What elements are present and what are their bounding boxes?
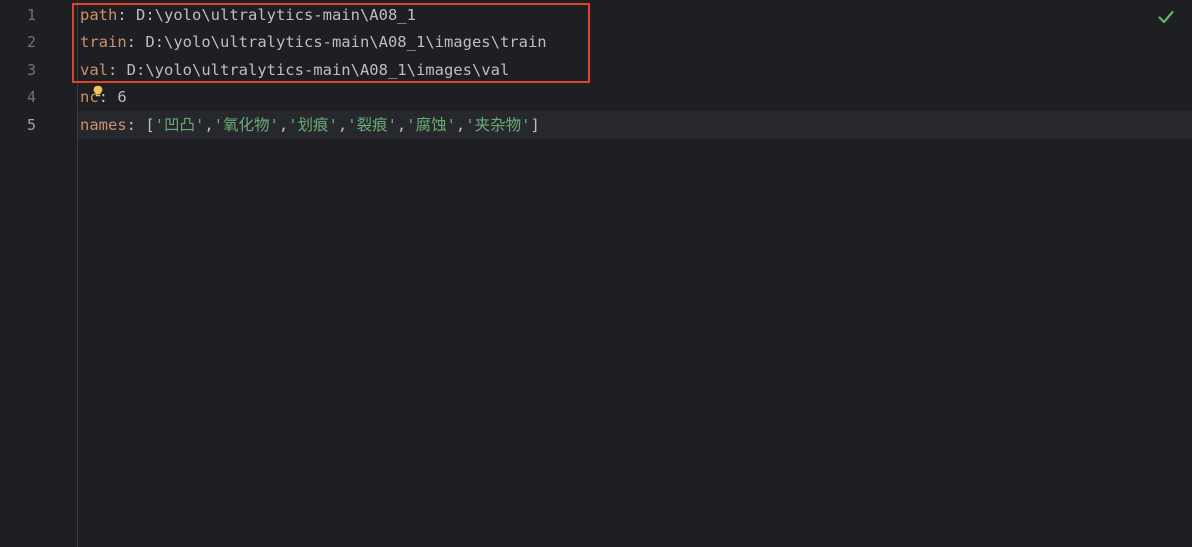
yaml-colon: : (117, 6, 136, 24)
check-icon[interactable] (1157, 9, 1175, 25)
list-separator: , (455, 116, 466, 134)
gutter-divider (77, 0, 78, 547)
code-editor[interactable]: 1 2 3 4 5 path: D:\yolo\ultralytics-main… (0, 0, 1192, 547)
yaml-key: train (80, 33, 127, 51)
line-number: 4 (26, 88, 36, 106)
list-open-bracket: [ (145, 116, 155, 134)
code-line-path[interactable]: path: D:\yolo\ultralytics-main\A08_1 (80, 1, 416, 29)
code-line-val[interactable]: val: D:\yolo\ultralytics-main\A08_1\imag… (80, 56, 509, 84)
list-item-string: '凹凸' (154, 116, 205, 134)
line-number: 3 (26, 61, 36, 79)
list-separator: , (396, 116, 407, 134)
list-close-bracket: ] (530, 116, 540, 134)
list-item-string: '氧化物' (213, 116, 279, 134)
list-item-string: '划痕' (288, 116, 338, 134)
yaml-key: names (80, 116, 127, 134)
code-line-names[interactable]: names: ['凹凸','氧化物','划痕','裂痕','腐蚀','夹杂物'] (80, 111, 540, 139)
line-number: 2 (26, 33, 36, 51)
line-number-current: 5 (26, 116, 36, 134)
line-number: 1 (26, 6, 36, 24)
list-item-string: '腐蚀' (406, 116, 456, 134)
yaml-colon: : (108, 61, 127, 79)
yaml-key: path (80, 6, 118, 24)
yaml-key: val (80, 61, 108, 79)
yaml-colon: : (126, 33, 146, 51)
yaml-value: D:\yolo\ultralytics-main\A08_1 (136, 6, 416, 24)
yaml-colon: : (126, 116, 146, 134)
line-number-gutter: 1 2 3 4 5 (0, 0, 77, 547)
yaml-value: 6 (117, 88, 127, 106)
lightbulb-icon[interactable] (92, 85, 104, 97)
list-item-string: '裂痕' (347, 116, 397, 134)
code-line-train[interactable]: train: D:\yolo\ultralytics-main\A08_1\im… (80, 28, 547, 56)
list-separator: , (204, 116, 214, 134)
yaml-value: D:\yolo\ultralytics-main\A08_1\images\tr… (145, 33, 547, 51)
yaml-value: D:\yolo\ultralytics-main\A08_1\images\va… (126, 61, 510, 79)
list-separator: , (278, 116, 289, 134)
list-item-string: '夹杂物' (465, 116, 531, 134)
list-separator: , (337, 116, 348, 134)
